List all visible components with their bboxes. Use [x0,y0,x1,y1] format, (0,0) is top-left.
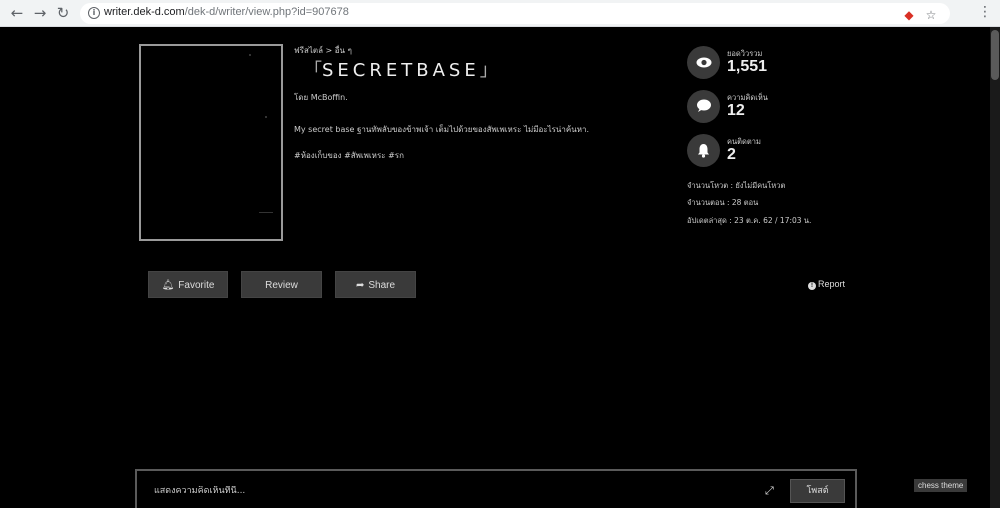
comments-stat: ความคิดเห็น 12 [687,90,827,126]
share-button[interactable]: ➦ Share [335,271,416,298]
alert-icon: ! [808,282,816,290]
author-link[interactable]: โดย McBoffin. [294,91,348,104]
story-tags[interactable]: #ห้องเก็บของ #สัพเพเหระ #รก [294,149,404,162]
reload-icon[interactable]: ↻ [54,4,72,22]
comment-box: ⤢ โพสต์ [135,469,857,508]
views-value: 1,551 [727,58,768,75]
title-bracket-close: 」 [479,60,498,81]
report-label: Report [818,279,846,289]
updated-text: อัปเดตล่าสุด : 23 ต.ค. 62 / 17:03 น. [687,216,812,225]
views-stat: ยอดวิวรวม 1,551 [687,46,827,82]
browser-toolbar: ← → ↻ i writer.dek-d.com/dek-d/writer/vi… [0,0,1000,27]
forward-arrow-icon[interactable]: → [31,4,49,22]
report-link[interactable]: ! Report [808,279,845,290]
title-bracket-open: 「 [304,60,322,81]
votes-text: จำนวนโหวต : ยังไม่มีคนโหวต [687,181,786,190]
url-host: writer.dek-d.com [104,6,185,18]
story-description: My secret base ฐานทัพลับของข้าพเจ้า เต็ม… [294,125,590,134]
comment-input[interactable] [154,486,714,496]
cover-speck [259,212,273,213]
speech-bubble-icon [687,90,720,123]
url-text[interactable]: writer.dek-d.com/dek-d/writer/view.php?i… [104,6,349,18]
bell-icon: 🔔︎ [161,280,175,291]
address-bar[interactable]: i writer.dek-d.com/dek-d/writer/view.php… [80,3,950,24]
extension-icon[interactable]: ◆ [902,8,916,22]
followers-stat: คนติดตาม 2 [687,134,827,170]
share-label: Share [368,280,396,291]
scrollbar[interactable] [990,27,1000,508]
expand-icon[interactable]: ⤢ [765,484,774,498]
theme-badge: chess theme [914,479,968,492]
comments-value: 12 [727,102,745,119]
favorite-label: Favorite [178,280,215,291]
post-button[interactable]: โพสต์ [790,479,845,503]
title-text: SECRETBASE [322,60,480,81]
scrollbar-thumb[interactable] [991,30,999,80]
back-arrow-icon[interactable]: ← [8,4,26,22]
share-arrow-icon: ➦ [355,280,365,291]
bookmark-star-icon[interactable]: ☆ [924,8,938,22]
eye-icon [687,46,720,79]
story-cover-image[interactable] [139,44,283,241]
review-label: Review [265,280,298,291]
review-button[interactable]: Review [241,271,322,298]
menu-dots-icon[interactable]: ⋮ [978,5,992,19]
followers-value: 2 [727,146,736,163]
cover-speck [265,116,267,118]
bell-icon [687,134,720,167]
info-icon[interactable]: i [88,7,100,19]
favorite-button[interactable]: 🔔︎ Favorite [148,271,228,298]
story-title: 「SECRETBASE」 [304,56,498,82]
url-path: /dek-d/writer/view.php?id=907678 [184,6,349,18]
cover-speck [249,54,251,56]
episodes-text: จำนวนตอน : 28 ตอน [687,198,759,207]
